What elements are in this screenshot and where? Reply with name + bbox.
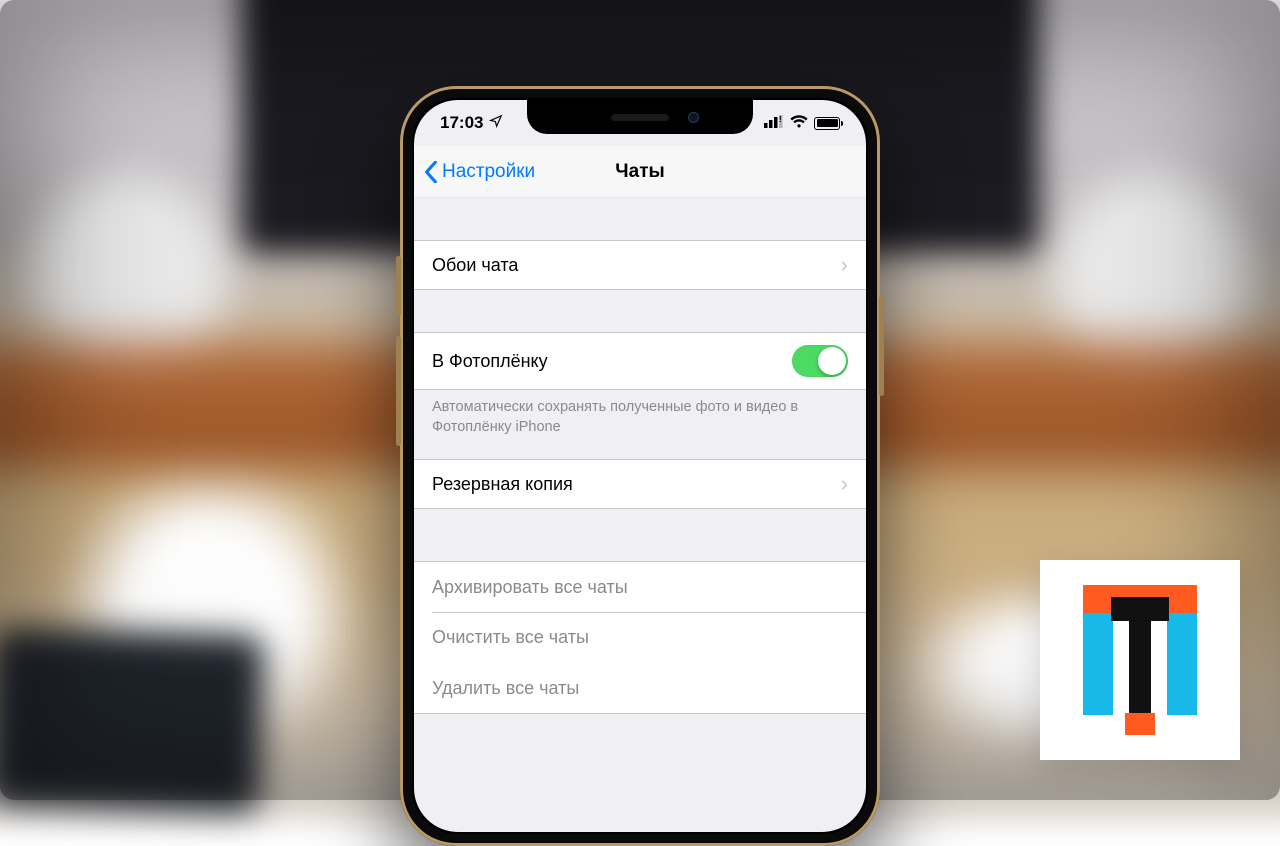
row-backup[interactable]: Резервная копия › xyxy=(414,459,866,509)
row-label: Удалить все чаты xyxy=(432,678,579,699)
nav-bar: Настройки Чаты xyxy=(414,146,866,198)
cellular-icon: ! xyxy=(764,113,784,133)
row-clear-all[interactable]: Очистить все чаты xyxy=(414,613,866,663)
chevron-left-icon xyxy=(424,161,438,183)
back-label: Настройки xyxy=(442,161,535,183)
phone-screen: 17:03 ! Настройки Чаты xyxy=(414,100,866,832)
row-label: Обои чата xyxy=(432,255,518,276)
location-icon xyxy=(489,113,503,133)
row-delete-all[interactable]: Удалить все чаты xyxy=(414,663,866,713)
nav-title: Чаты xyxy=(615,161,664,183)
back-button[interactable]: Настройки xyxy=(414,161,535,183)
row-archive-all[interactable]: Архивировать все чаты xyxy=(414,562,866,612)
toggle-save-to-camera-roll[interactable] xyxy=(792,345,848,377)
row-label: Очистить все чаты xyxy=(432,627,589,648)
settings-content: Обои чата › В Фотоплёнку Автоматически с… xyxy=(414,198,866,832)
chevron-right-icon: › xyxy=(841,473,848,495)
row-footer-save: Автоматически сохранять полученные фото … xyxy=(414,390,866,447)
chevron-right-icon: › xyxy=(841,254,848,276)
svg-text:!: ! xyxy=(779,115,782,124)
row-save-to-camera-roll[interactable]: В Фотоплёнку xyxy=(414,332,866,390)
battery-icon xyxy=(814,117,840,130)
phone-notch xyxy=(527,100,753,134)
row-chat-wallpaper[interactable]: Обои чата › xyxy=(414,240,866,290)
row-label: Архивировать все чаты xyxy=(432,577,628,598)
row-label: В Фотоплёнку xyxy=(432,351,548,372)
status-time: 17:03 xyxy=(440,113,483,133)
phone-frame: 17:03 ! Настройки Чаты xyxy=(400,86,880,846)
row-label: Резервная копия xyxy=(432,474,573,495)
wifi-icon xyxy=(790,113,808,133)
watermark-logo xyxy=(1040,560,1240,760)
